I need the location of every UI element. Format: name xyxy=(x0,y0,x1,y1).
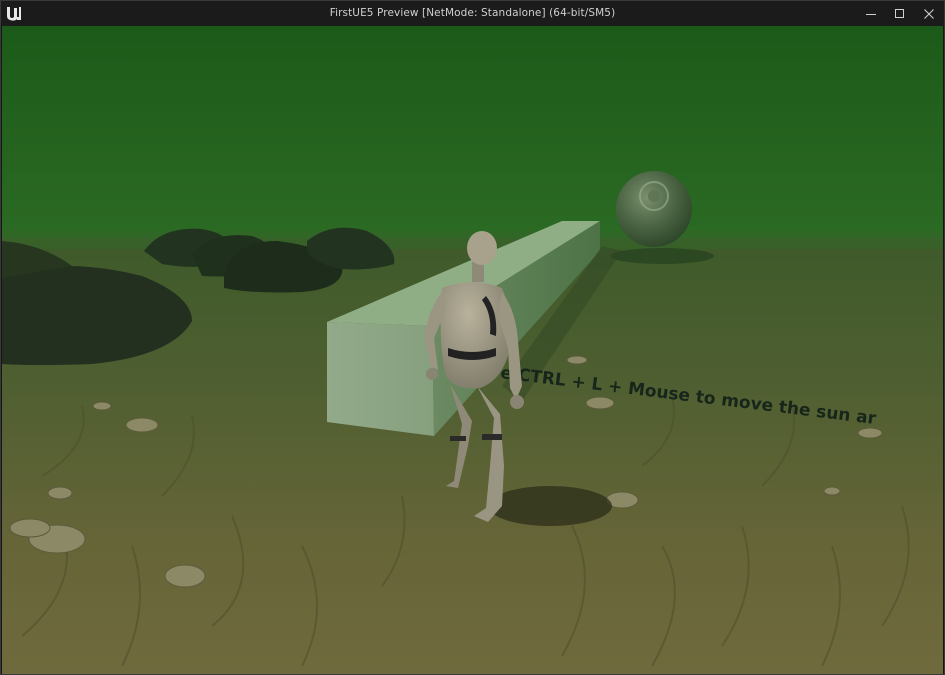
minimize-icon xyxy=(866,9,876,19)
sky xyxy=(2,26,943,246)
close-button[interactable] xyxy=(914,1,944,26)
game-window: FirstUE5 Preview [NetMode: Standalone] (… xyxy=(0,0,945,675)
close-icon xyxy=(924,8,934,19)
character-shadow xyxy=(488,486,612,526)
game-viewport[interactable]: e CTRL + L + Mouse to move the sun ar xyxy=(2,26,943,674)
title-bar[interactable]: FirstUE5 Preview [NetMode: Standalone] (… xyxy=(1,1,944,26)
minimize-button[interactable] xyxy=(856,1,886,26)
window-title: FirstUE5 Preview [NetMode: Standalone] (… xyxy=(329,7,616,19)
maximize-icon xyxy=(895,8,905,19)
unreal-engine-logo-icon xyxy=(5,4,23,22)
maximize-button[interactable] xyxy=(885,1,915,26)
